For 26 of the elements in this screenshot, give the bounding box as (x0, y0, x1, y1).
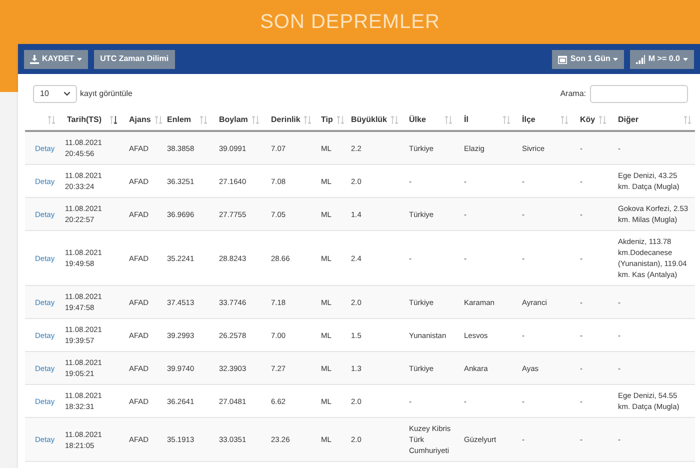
page-size-label: kayıt görüntüle (80, 88, 132, 100)
signal-bars-icon (636, 54, 646, 64)
search-label: Arama: (560, 88, 586, 100)
column-header[interactable]: Diğer (618, 114, 638, 126)
column-header[interactable]: Büyüklük (351, 114, 388, 126)
search-field[interactable] (590, 85, 688, 103)
page-size-select[interactable]: 10 (33, 85, 77, 103)
toolbar-button[interactable]: M >= 0.0 (630, 50, 694, 68)
toolbar-button[interactable]: KAYDET (24, 50, 88, 68)
column-header[interactable]: Ülke (409, 114, 426, 126)
calendar-icon (558, 54, 568, 64)
column-header[interactable]: İlçe (522, 114, 536, 126)
toolbar-button[interactable]: UTC Zaman Dilimi (94, 50, 175, 68)
page-title: SON DEPREMLER (260, 10, 440, 35)
column-header[interactable]: Enlem (167, 114, 192, 126)
column-header[interactable]: Tarih(TS) (67, 114, 102, 126)
toolbar-button[interactable]: Son 1 Gün (552, 50, 624, 68)
sort-icon[interactable] (110, 116, 117, 124)
column-header[interactable]: İl (464, 114, 468, 126)
column-header[interactable]: Ajans (129, 114, 151, 126)
column-header[interactable]: Derinlik (271, 114, 300, 126)
chevron-down-icon (64, 92, 70, 96)
column-header[interactable]: Tip (321, 114, 333, 126)
column-header[interactable]: Boylam (219, 114, 248, 126)
download-icon (30, 54, 39, 64)
column-header[interactable]: Köy (580, 114, 596, 126)
